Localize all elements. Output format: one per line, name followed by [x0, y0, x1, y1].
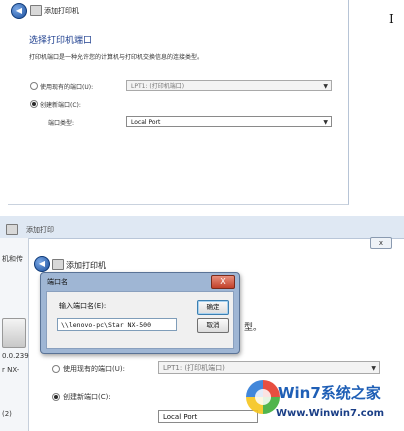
existing-port-select[interactable]: LPT1: (打印机端口) ▼: [158, 361, 380, 374]
port-type-select[interactable]: Local Port: [158, 410, 258, 423]
dialog-title: 端口名: [47, 278, 68, 286]
ok-button[interactable]: 确定: [197, 300, 229, 315]
printer-icon: [30, 5, 42, 16]
site-watermark: Win7系统之家 Www.Winwin7.com: [246, 378, 404, 431]
back-button[interactable]: ◀: [34, 256, 50, 272]
use-existing-port-label: 使用现有的端口(U):: [40, 84, 94, 91]
page-header: 选择打印机端口: [29, 36, 93, 46]
use-existing-port-radio[interactable]: [52, 365, 60, 373]
existing-port-value: LPT1: (打印机端口): [131, 83, 185, 90]
chevron-down-icon: ▼: [323, 119, 328, 126]
create-new-port-radio[interactable]: [30, 100, 38, 108]
port-type-value: Local Port: [131, 119, 161, 126]
port-type-value: Local Port: [163, 413, 198, 421]
create-new-port-label: 创建新端口(C):: [63, 393, 111, 401]
port-name-prompt: 输入端口名(E):: [59, 302, 107, 310]
printer-icon: [52, 259, 64, 270]
watermark-url: Www.Winwin7.com: [276, 408, 385, 419]
chevron-down-icon: ▼: [323, 83, 328, 90]
windows-logo-icon: [246, 380, 280, 414]
strip-text-1: 机和传: [2, 255, 23, 263]
strip-text-4: (2): [2, 410, 12, 418]
description-fragment: 型。: [244, 323, 263, 333]
close-button[interactable]: x: [370, 237, 392, 249]
use-existing-port-radio[interactable]: [30, 82, 38, 90]
strip-text-3: r NX-: [2, 366, 20, 374]
page-description: 打印机端口是一种允许您的计算机与打印机交换信息的连接类型。: [29, 54, 204, 61]
existing-port-select[interactable]: LPT1: (打印机端口) ▼: [126, 80, 332, 91]
strip-text-2: 0.0.239: [2, 352, 29, 360]
existing-port-value: LPT1: (打印机端口): [163, 364, 225, 372]
chevron-down-icon: ▼: [371, 365, 376, 372]
watermark-brand: Win7系统之家: [278, 384, 381, 402]
printer-icon: [6, 224, 18, 235]
create-new-port-label: 创建新端口(C):: [40, 102, 81, 109]
background-window-strip: 机和传 0.0.239 r NX- (2): [0, 238, 29, 431]
use-existing-port-label: 使用现有的端口(U):: [63, 365, 125, 373]
text-cursor-icon: I: [389, 12, 394, 26]
port-type-select[interactable]: Local Port ▼: [126, 116, 332, 127]
create-new-port-radio[interactable]: [52, 393, 60, 401]
port-name-dialog: 端口名 X 输入端口名(E): \\lenovo-pc\Star NX-500 …: [40, 272, 240, 354]
window-title: 添加打印机: [44, 7, 79, 15]
window-title: 添加打印机: [66, 261, 106, 270]
port-type-label: 端口类型:: [48, 120, 75, 127]
port-name-input[interactable]: \\lenovo-pc\Star NX-500: [57, 318, 177, 331]
dialog-close-button[interactable]: X: [211, 275, 235, 289]
window-titlebar: 添加打印: [0, 216, 404, 239]
dialog-body: 输入端口名(E): \\lenovo-pc\Star NX-500 确定 取消: [46, 291, 234, 349]
printer-image: [2, 318, 26, 348]
top-wizard-panel: ◀ 添加打印机 选择打印机端口 打印机端口是一种允许您的计算机与打印机交换信息的…: [0, 0, 404, 208]
back-button[interactable]: ◀: [11, 3, 27, 19]
cancel-button[interactable]: 取消: [197, 318, 229, 333]
tab-fragment: 添加打印: [26, 226, 54, 234]
